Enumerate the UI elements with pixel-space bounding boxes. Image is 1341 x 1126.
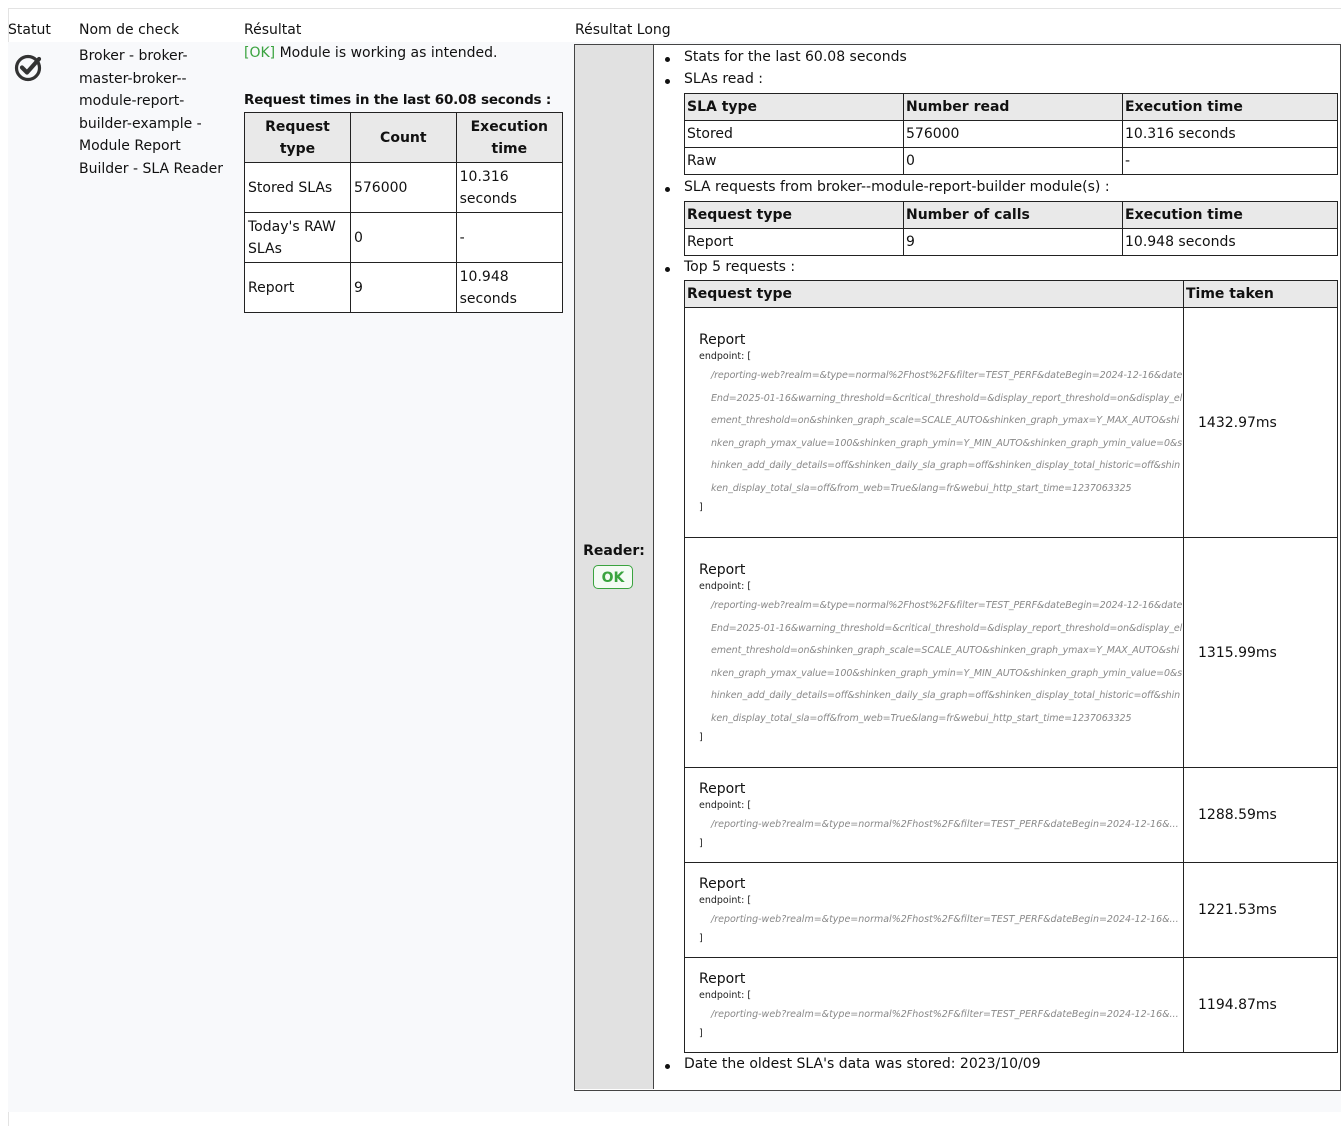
request-type: Report [699,971,746,987]
bullet-dot [665,187,670,192]
endpoint-url[interactable]: /reporting-web?realm=&type=normal%2Fhost… [699,814,1183,836]
endpoint-url[interactable]: /reporting-web?realm=&type=normal%2Fhost… [699,595,1183,730]
cell: Today's RAW SLAs [244,212,351,263]
cell: 10.948 seconds [455,262,564,313]
endpoint-label: endpoint: [ [699,351,752,362]
table-row: Report 9 10.948 seconds [684,228,1338,256]
reader-ok-badge: OK [593,565,633,589]
table-row: Today's RAW SLAs 0 - [244,212,564,263]
result-message: Module is working as intended. [279,45,498,61]
endpoint-label: endpoint: [ [699,895,752,906]
bullet-dot [665,1064,670,1069]
endpoint-close: ] [699,838,703,849]
table-row: Raw 0 - [684,147,1338,175]
header-resultat-long[interactable]: Résultat Long [575,22,671,38]
cell: 10.316 seconds [455,162,564,213]
cell: 10.316 seconds [1122,120,1338,148]
request-type: Report [699,332,746,348]
col-execution-time: Execution time [1122,201,1338,229]
col-execution-time: Execution time [455,112,564,163]
request-cell: Report endpoint: [ /reporting-web?realm=… [684,957,1184,1053]
col-execution-time: Execution time [1122,93,1338,121]
endpoint-label: endpoint: [ [699,581,752,592]
top-requests-table: Request type Time taken Report endpoint:… [684,280,1338,1053]
cell: 0 [903,147,1123,175]
endpoint-close: ] [699,502,703,513]
col-request-type: Request type [684,280,1184,308]
reader-label: Reader: [583,543,645,559]
endpoint-url[interactable]: /reporting-web?realm=&type=normal%2Fhost… [699,365,1183,500]
table-row: Stored SLAs 576000 10.316 seconds [244,162,564,213]
request-times-title: Request times in the last 60.08 seconds … [244,92,552,108]
endpoint-url[interactable]: /reporting-web?realm=&type=normal%2Fhost… [699,909,1183,931]
bullet-dot [665,79,670,84]
endpoint-label: endpoint: [ [699,800,752,811]
header-resultat[interactable]: Résultat [244,22,301,38]
time-taken: 1194.87ms [1183,957,1338,1053]
endpoint-close: ] [699,933,703,944]
request-cell: Report endpoint: [ /reporting-web?realm=… [684,767,1184,863]
col-count: Count [349,112,457,163]
cell: Stored SLAs [244,162,351,213]
request-cell: Report endpoint: [ /reporting-web?realm=… [684,862,1184,958]
table-row: Stored 576000 10.316 seconds [684,120,1338,148]
stats-period: Stats for the last 60.08 seconds [684,49,907,65]
table-row: Report endpoint: [ /reporting-web?realm=… [684,862,1338,958]
header-statut[interactable]: Statut [8,22,51,38]
frame-top-border [8,8,1341,9]
col-sla-type: SLA type [684,93,904,121]
sla-requests-table: Request type Number of calls Execution t… [684,201,1338,256]
cell: Stored [684,120,904,148]
cell: 0 [349,212,457,263]
table-row: Report endpoint: [ /reporting-web?realm=… [684,537,1338,768]
endpoint-url[interactable]: /reporting-web?realm=&type=normal%2Fhost… [699,1004,1183,1026]
request-type: Report [699,562,746,578]
request-cell: Report endpoint: [ /reporting-web?realm=… [684,537,1184,768]
endpoint-label: endpoint: [ [699,990,752,1001]
endpoint-close: ] [699,732,703,743]
col-request-type: Request type [684,201,904,229]
table-row: Report endpoint: [ /reporting-web?realm=… [684,767,1338,863]
time-taken: 1288.59ms [1183,767,1338,863]
cell: 9 [349,262,457,313]
bullet-dot [665,267,670,272]
sla-requests-label: SLA requests from broker--module-report-… [684,179,1110,195]
slas-read-table: SLA type Number read Execution time Stor… [684,93,1338,175]
table-row: Report endpoint: [ /reporting-web?realm=… [684,307,1338,538]
header-nom-de-check[interactable]: Nom de check [79,22,179,38]
time-taken: 1221.53ms [1183,862,1338,958]
cell: Report [684,228,904,256]
oldest-sla-date: Date the oldest SLA's data was stored: 2… [684,1056,1041,1072]
cell: 9 [903,228,1123,256]
cell: Report [244,262,351,313]
cell: - [1122,147,1338,175]
top-requests-label: Top 5 requests : [684,259,796,275]
request-times-table: Request type Count Execution time Stored… [244,112,564,313]
check-name[interactable]: Broker - broker-master-broker--module-re… [79,45,229,180]
table-row: Report 9 10.948 seconds [244,262,564,313]
col-request-type: Request type [244,112,351,163]
cell: 10.948 seconds [1122,228,1338,256]
ok-tag: [OK] [244,45,276,61]
col-time-taken: Time taken [1183,280,1338,308]
cell: 576000 [903,120,1123,148]
check-circle-icon [14,52,44,82]
result-summary: [OK] Module is working as intended. [244,45,497,61]
bullet-dot [665,57,670,62]
request-type: Report [699,876,746,892]
cell: - [455,212,564,263]
col-number-of-calls: Number of calls [903,201,1123,229]
table-row: Report endpoint: [ /reporting-web?realm=… [684,957,1338,1053]
cell: 576000 [349,162,457,213]
slas-read-label: SLAs read : [684,71,764,87]
endpoint-close: ] [699,1028,703,1039]
col-number-read: Number read [903,93,1123,121]
time-taken: 1315.99ms [1183,537,1338,768]
request-cell: Report endpoint: [ /reporting-web?realm=… [684,307,1184,538]
request-type: Report [699,781,746,797]
cell: Raw [684,147,904,175]
time-taken: 1432.97ms [1183,307,1338,538]
